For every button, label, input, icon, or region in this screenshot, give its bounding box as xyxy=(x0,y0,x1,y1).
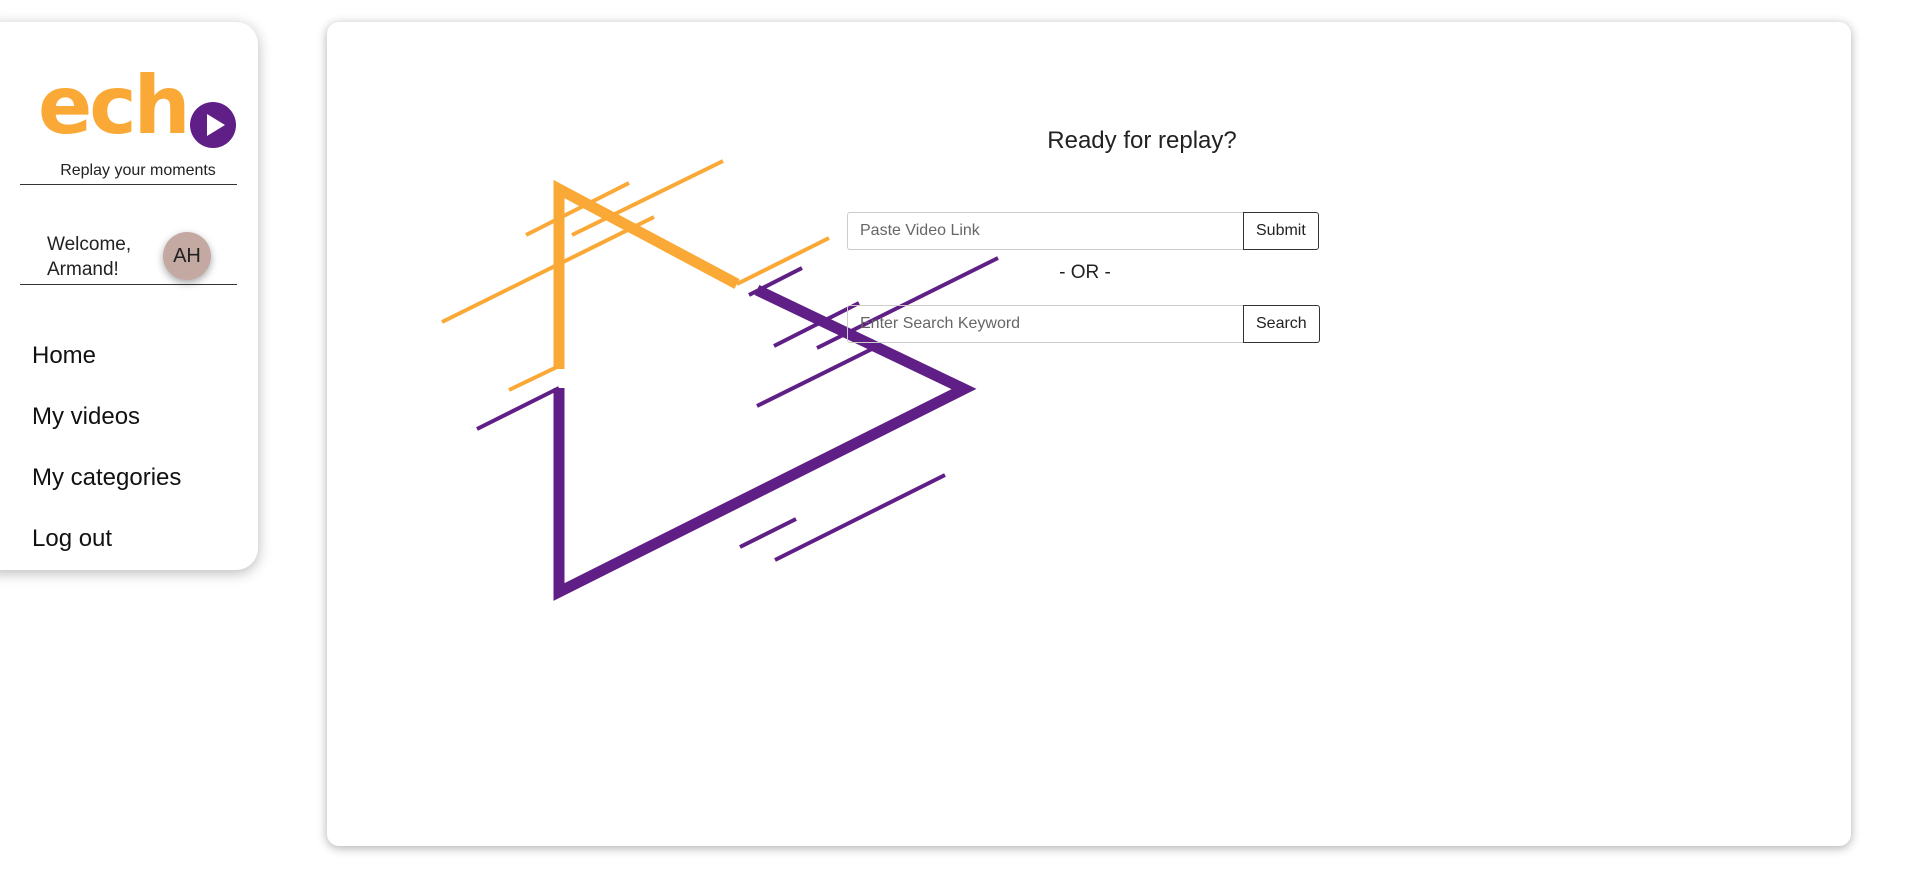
sidebar-item-my-categories[interactable]: My categories xyxy=(32,459,181,520)
welcome-message: Welcome, Armand! xyxy=(47,234,132,280)
sidebar-item-log-out[interactable]: Log out xyxy=(32,520,181,581)
play-logo-icon xyxy=(190,102,236,148)
sidebar-nav: Home My videos My categories Log out xyxy=(32,337,181,581)
logo-wordmark: ech xyxy=(38,59,191,152)
search-keyword-input[interactable] xyxy=(847,305,1243,343)
avatar[interactable]: AH xyxy=(163,232,211,280)
search-button[interactable]: Search xyxy=(1243,305,1320,343)
sidebar-divider-bottom xyxy=(20,284,237,285)
keyword-search-form: Search xyxy=(847,305,1320,343)
sidebar: ech Replay your moments Welcome, Armand!… xyxy=(0,22,258,570)
sidebar-divider-top xyxy=(20,184,237,185)
orange-play-strokes xyxy=(441,159,830,392)
video-link-input[interactable] xyxy=(847,212,1243,250)
or-divider: - OR - xyxy=(1059,262,1111,283)
main-card: Ready for replay? Submit - OR - Search xyxy=(327,22,1851,846)
page-headline: Ready for replay? xyxy=(1047,127,1237,154)
video-link-form: Submit xyxy=(847,212,1319,250)
sidebar-item-home[interactable]: Home xyxy=(32,337,181,398)
sidebar-item-my-videos[interactable]: My videos xyxy=(32,398,181,459)
submit-button[interactable]: Submit xyxy=(1243,212,1319,250)
tagline: Replay your moments xyxy=(60,162,216,179)
echo-logo[interactable]: ech xyxy=(38,66,238,150)
